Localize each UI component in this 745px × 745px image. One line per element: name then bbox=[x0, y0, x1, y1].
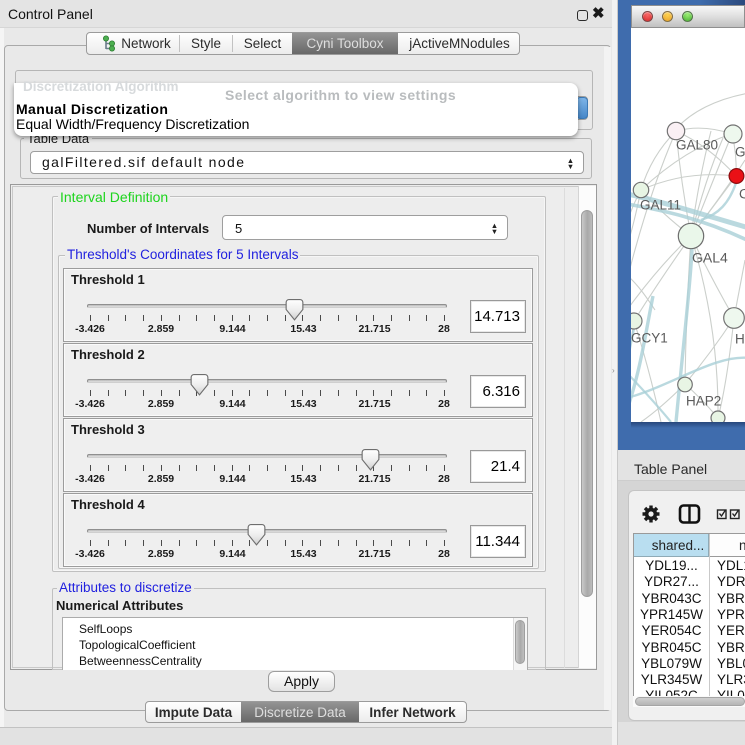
svg-text:C: C bbox=[739, 187, 745, 202]
svg-text:GAL80: GAL80 bbox=[676, 138, 718, 153]
svg-text:HAP2: HAP2 bbox=[686, 394, 721, 409]
svg-text:GCY1: GCY1 bbox=[631, 331, 668, 346]
svg-text:GAL11: GAL11 bbox=[640, 198, 681, 213]
svg-text:GAL4: GAL4 bbox=[692, 249, 728, 265]
svg-text:H: H bbox=[735, 332, 745, 347]
svg-text:G.: G. bbox=[735, 145, 745, 160]
